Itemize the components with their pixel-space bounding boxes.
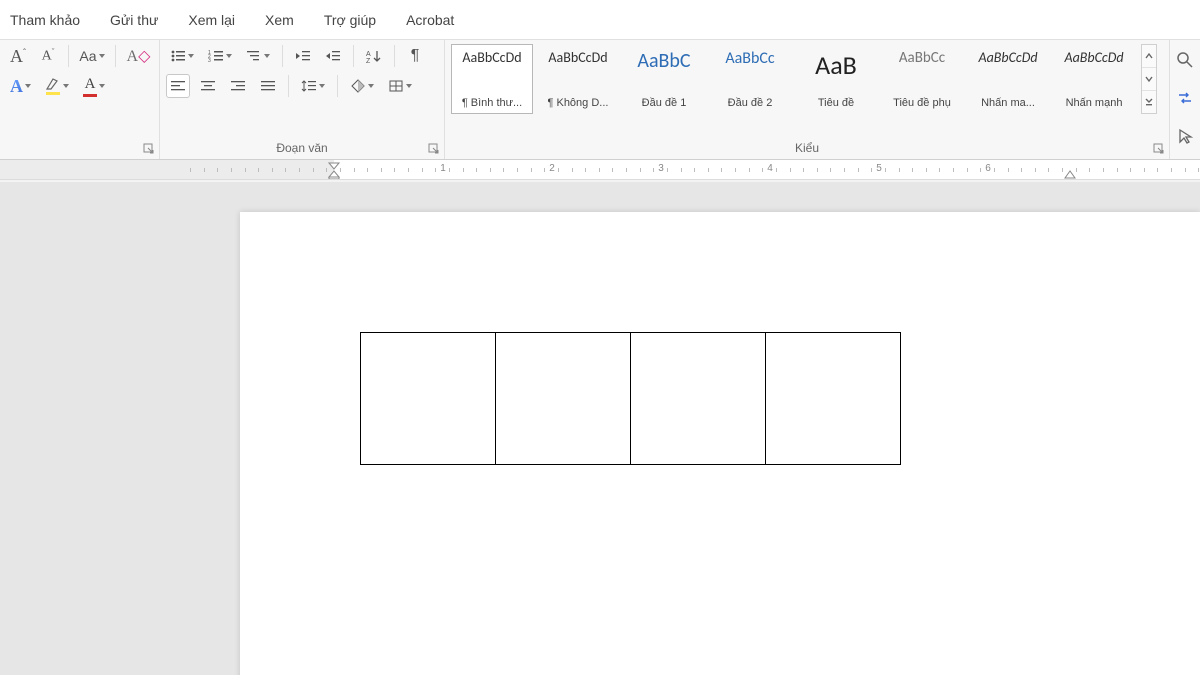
ribbon-tabs: Tham khảo Gửi thư Xem lại Xem Trợ giúp A…: [0, 0, 1200, 40]
align-center-button[interactable]: [196, 74, 220, 98]
horizontal-ruler[interactable]: 1 2 3 4 5 6: [0, 160, 1200, 180]
find-icon[interactable]: [1172, 48, 1198, 72]
align-left-button[interactable]: [166, 74, 190, 98]
separator: [337, 75, 338, 97]
style-label: ¶ Không D...: [548, 97, 609, 109]
style-tile-4[interactable]: AaB Tiêu đề: [795, 44, 877, 114]
svg-text:Z: Z: [366, 58, 371, 63]
highlight-button[interactable]: [41, 74, 73, 98]
ruler-marks: 1 2 3 4 5 6: [0, 160, 1200, 179]
select-icon[interactable]: [1172, 124, 1198, 148]
indent-marker[interactable]: [334, 160, 341, 180]
style-sample: AaBbCcDd: [548, 49, 607, 66]
decrease-indent-button[interactable]: [291, 44, 315, 68]
style-sample: AaBbCcDd: [1064, 49, 1123, 66]
page[interactable]: [240, 212, 1200, 675]
style-sample: AaBbCcDd: [462, 49, 521, 66]
ruler-number: 1: [440, 163, 446, 174]
increase-indent-button[interactable]: [321, 44, 345, 68]
show-marks-button[interactable]: ¶: [403, 44, 427, 68]
ruler-number: 5: [876, 163, 882, 174]
right-indent-marker[interactable]: [1064, 169, 1076, 180]
styles-group: AaBbCcDd ¶ Bình thư... AaBbCcDd ¶ Không D..…: [445, 40, 1170, 159]
tab-acrobat[interactable]: Acrobat: [400, 4, 460, 36]
paragraph-group-label: Đoạn văn: [166, 139, 438, 157]
separator: [394, 45, 395, 67]
style-label: Đầu đề 2: [728, 97, 773, 109]
style-tile-7[interactable]: AaBbCcDd Nhấn mạnh: [1053, 44, 1135, 114]
styles-group-label: Kiểu: [451, 139, 1163, 157]
change-case-button[interactable]: Aa: [77, 44, 107, 68]
style-tile-6[interactable]: AaBbCcDd Nhấn ma...: [967, 44, 1049, 114]
svg-text:3: 3: [208, 58, 211, 63]
line-spacing-button[interactable]: [297, 74, 329, 98]
font-dialog-launcher[interactable]: [143, 143, 155, 155]
svg-text:A: A: [366, 51, 371, 58]
table-cell[interactable]: [631, 333, 766, 465]
separator: [353, 45, 354, 67]
paragraph-group: 123 AZ ¶: [160, 40, 445, 159]
font-color-button[interactable]: A: [79, 74, 109, 98]
multilevel-list-button[interactable]: [242, 44, 274, 68]
document-area[interactable]: [0, 182, 1200, 675]
table-cell[interactable]: [766, 333, 901, 465]
style-sample: AaBbC: [637, 49, 690, 73]
shading-button[interactable]: [346, 74, 378, 98]
grow-font-button[interactable]: Aˆ: [6, 44, 30, 68]
style-tile-2[interactable]: AaBbC Đầu đề 1: [623, 44, 705, 114]
styles-dialog-launcher[interactable]: [1153, 143, 1165, 155]
styles-gallery: AaBbCcDd ¶ Bình thư... AaBbCcDd ¶ Không D..…: [451, 44, 1163, 114]
font-group-label: [6, 139, 153, 157]
tab-review[interactable]: Xem lại: [182, 4, 241, 36]
style-tile-5[interactable]: AaBbCc Tiêu đề phụ: [881, 44, 963, 114]
tab-mailings[interactable]: Gửi thư: [104, 4, 164, 36]
style-sample: AaB: [815, 49, 857, 81]
styles-scroll: [1141, 44, 1157, 114]
font-group: Aˆ Aˇ Aa A◇ A A: [0, 40, 160, 159]
bullets-button[interactable]: [166, 44, 198, 68]
style-label: ¶ Bình thư...: [462, 97, 522, 109]
tab-references[interactable]: Tham khảo: [4, 4, 86, 36]
ruler-number: 6: [985, 163, 991, 174]
shrink-font-button[interactable]: Aˇ: [36, 44, 60, 68]
style-tile-0[interactable]: AaBbCcDd ¶ Bình thư...: [451, 44, 533, 114]
style-tile-1[interactable]: AaBbCcDd ¶ Không D...: [537, 44, 619, 114]
style-label: Tiêu đề phụ: [893, 97, 951, 109]
expand-gallery-icon[interactable]: [1142, 91, 1156, 113]
borders-button[interactable]: [384, 74, 416, 98]
style-sample: AaBbCc: [725, 49, 774, 68]
tab-view[interactable]: Xem: [259, 4, 300, 36]
style-label: Nhấn ma...: [981, 97, 1035, 109]
separator: [68, 45, 69, 67]
sort-button[interactable]: AZ: [362, 44, 386, 68]
text-effects-button[interactable]: A: [6, 74, 35, 98]
paragraph-dialog-launcher[interactable]: [428, 143, 440, 155]
editing-group: [1170, 40, 1200, 159]
style-label: Tiêu đề: [818, 97, 854, 109]
align-right-button[interactable]: [226, 74, 250, 98]
chevron-up-icon[interactable]: [1142, 45, 1156, 68]
style-sample: AaBbCcDd: [978, 49, 1037, 66]
tab-help[interactable]: Trợ giúp: [318, 4, 382, 36]
ruler-number: 3: [658, 163, 664, 174]
separator: [282, 45, 283, 67]
clear-formatting-button[interactable]: A◇: [124, 44, 153, 68]
separator: [115, 45, 116, 67]
table-cell[interactable]: [361, 333, 496, 465]
ribbon: Aˆ Aˇ Aa A◇ A A: [0, 40, 1200, 160]
table-cell[interactable]: [496, 333, 631, 465]
chevron-down-icon[interactable]: [1142, 68, 1156, 91]
replace-icon[interactable]: [1172, 86, 1198, 110]
style-sample: AaBbCc: [899, 49, 945, 67]
ruler-number: 4: [767, 163, 773, 174]
ruler-number: 2: [549, 163, 555, 174]
document-table[interactable]: [360, 332, 901, 465]
style-label: Đầu đề 1: [642, 97, 687, 109]
style-label: Nhấn mạnh: [1066, 97, 1123, 109]
justify-button[interactable]: [256, 74, 280, 98]
style-tile-3[interactable]: AaBbCc Đầu đề 2: [709, 44, 791, 114]
separator: [288, 75, 289, 97]
numbering-button[interactable]: 123: [204, 44, 236, 68]
